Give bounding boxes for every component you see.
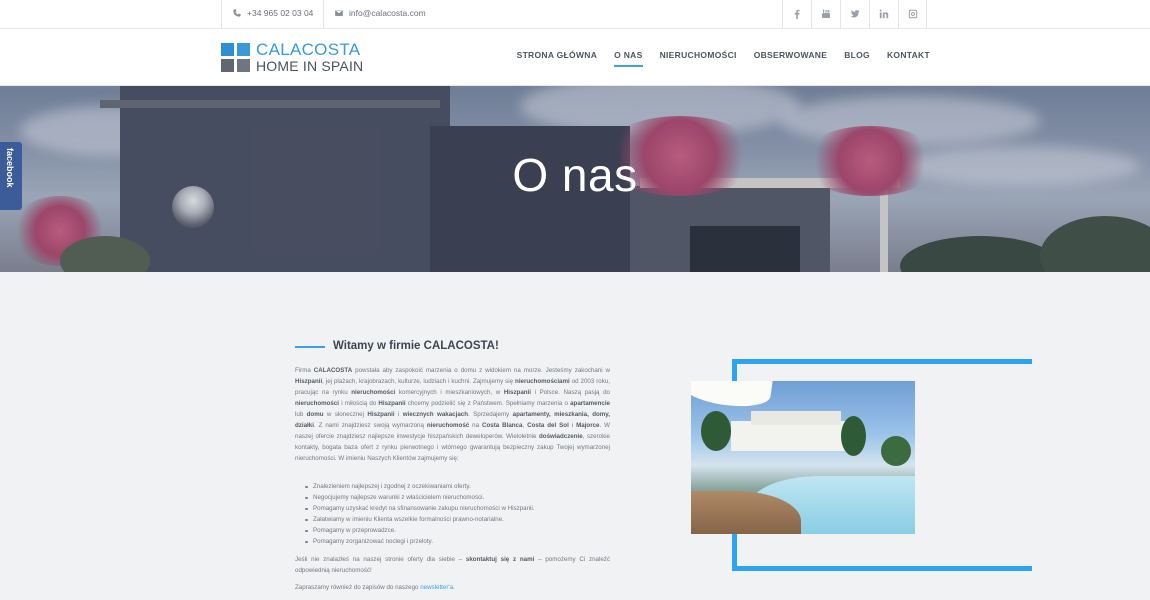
facebook-side-tab[interactable]: facebook [0,142,22,210]
logo-brand-name: CALACOSTA [256,40,361,59]
phone-number: +34 965 02 03 04 [247,8,314,18]
top-bar: +34 965 02 03 04 info@calacosta.com [0,0,1150,29]
divider [221,0,222,28]
logo-mark [221,42,250,72]
property-photo [691,381,915,534]
nav-o-nas[interactable]: O NAS [614,50,644,67]
twitter-link[interactable] [840,0,869,28]
main-header: CALACOSTA HOME IN SPAIN STRONA GŁÓWNA O … [0,29,1150,86]
page-title: O nas [512,149,638,201]
nav-obserwowane[interactable]: OBSERWOWANE [754,50,828,60]
instagram-icon [908,9,917,19]
section-heading: Witamy w firmie CALACOSTA! [295,340,610,354]
list-item: Pomagamy w przeprowadzce. [305,525,605,536]
nav-blog[interactable]: BLOG [844,50,870,60]
list-item: Znalezieniem najlepszej i zgodnej z ocze… [305,481,605,492]
divider [323,0,324,28]
newsletter-link[interactable]: newsletter'a [420,584,453,591]
list-item: Pomagamy zorganizować noclegi i przeloty… [305,536,605,547]
facebook-tab-label: facebook [5,148,15,188]
instagram-link[interactable] [898,0,927,28]
email-address: info@calacosta.com [349,8,426,18]
hero-banner: O nas [0,86,1150,272]
list-item: Negocjujemy najlepsze warunki z właścici… [305,492,605,503]
main-nav: STRONA GŁÓWNA O NAS NIERUCHOMOŚCI OBSERW… [517,50,930,67]
list-item: Załatwiamy w imieniu Klienta wszelkie fo… [305,514,605,525]
newsletter-paragraph: Zapraszamy również do zapisów do naszego… [295,584,455,591]
intro-paragraph: Firma CALACOSTA powstała aby zaspokoić m… [295,367,611,462]
twitter-icon [850,10,860,18]
email-contact[interactable]: info@calacosta.com [335,8,426,18]
youtube-icon [822,9,830,18]
facebook-link[interactable] [782,0,811,28]
list-item: Pomagamy uzyskać kredyt na sfinansowanie… [305,503,605,514]
site-logo[interactable]: CALACOSTA HOME IN SPAIN [221,41,363,73]
about-section: Witamy w firmie CALACOSTA! Firma CALACOS… [0,272,1150,600]
nav-nieruchomosci[interactable]: NIERUCHOMOŚCI [660,50,737,60]
heading-accent-line [295,346,325,348]
nav-strona-glowna[interactable]: STRONA GŁÓWNA [517,50,598,60]
services-list: Znalezieniem najlepszej i zgodnej z ocze… [305,481,605,547]
envelope-icon [335,10,343,16]
phone-icon [233,9,241,17]
linkedin-icon [879,9,889,19]
facebook-icon [794,9,800,19]
section-title: Witamy w firmie CALACOSTA! [333,340,499,352]
contact-paragraph: Jeśli nie znalazłeś na naszej stronie of… [295,556,610,574]
logo-tagline: HOME IN SPAIN [256,58,364,74]
phone-contact[interactable]: +34 965 02 03 04 [233,8,313,18]
youtube-link[interactable] [811,0,840,28]
nav-kontakt[interactable]: KONTAKT [887,50,930,60]
contact-us-text: skontaktuj się z nami [465,556,535,563]
linkedin-link[interactable] [869,0,898,28]
